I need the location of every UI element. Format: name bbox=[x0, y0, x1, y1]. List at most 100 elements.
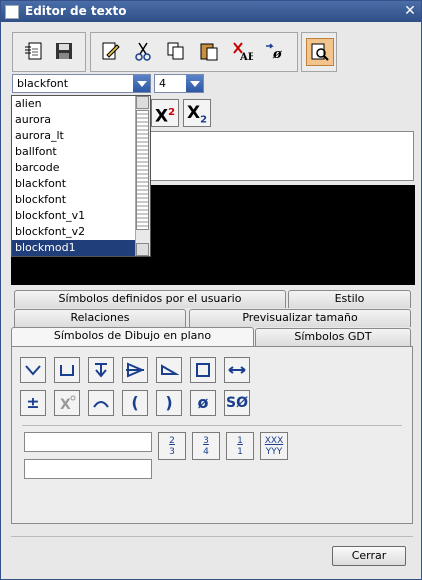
title-bar: Editor de texto ✕ bbox=[1, 1, 421, 22]
diameter-button[interactable]: ø bbox=[190, 390, 216, 416]
paste-button[interactable] bbox=[196, 38, 222, 64]
cut-icon bbox=[135, 42, 151, 61]
list-item[interactable]: barcode bbox=[12, 160, 136, 176]
font-dropdown-list[interactable]: alien aurora aurora_lt ballfont barcode … bbox=[11, 95, 151, 257]
copy-button[interactable] bbox=[163, 38, 189, 64]
font-select-value: blackfont bbox=[17, 77, 69, 90]
font-list-items: alien aurora aurora_lt ballfont barcode … bbox=[12, 96, 150, 256]
counterbore-symbol-button[interactable] bbox=[54, 357, 80, 383]
close-window-button[interactable]: ✕ bbox=[402, 3, 418, 19]
clear-icon: ø bbox=[266, 43, 283, 62]
fraction-numerator: 2 bbox=[169, 436, 175, 446]
fraction-numerator: 1 bbox=[237, 436, 243, 446]
countersink-icon bbox=[25, 365, 41, 376]
chevron-down-icon[interactable] bbox=[133, 75, 150, 92]
edit-button[interactable] bbox=[97, 38, 123, 64]
import-text-icon bbox=[25, 42, 42, 60]
window-title: Editor de texto bbox=[25, 4, 127, 18]
size-select-value: 4 bbox=[159, 77, 166, 90]
import-text-button[interactable] bbox=[21, 38, 47, 64]
scroll-thumb[interactable] bbox=[136, 110, 149, 230]
spherical-diameter-button[interactable]: SØ bbox=[224, 390, 250, 416]
symbols-panel: ± X ( ) ø SØ 2 3 3 4 1 1 XXX YYY bbox=[11, 346, 413, 524]
x-degree-icon: X bbox=[60, 395, 76, 413]
arc-icon bbox=[93, 401, 109, 408]
size-select[interactable]: 4 bbox=[154, 74, 204, 93]
scroll-up-arrow-icon[interactable] bbox=[136, 96, 149, 109]
list-item[interactable]: blockfont_v2 bbox=[12, 224, 136, 240]
double-arrow-icon bbox=[228, 366, 246, 374]
list-item[interactable]: blockfont bbox=[12, 192, 136, 208]
open-paren-button[interactable]: ( bbox=[122, 390, 148, 416]
fraction-bottom-input[interactable] bbox=[24, 459, 152, 479]
list-item[interactable]: ballfont bbox=[12, 144, 136, 160]
scroll-down-arrow-icon[interactable] bbox=[136, 243, 149, 256]
list-item[interactable]: aurora_lt bbox=[12, 128, 136, 144]
separator bbox=[11, 536, 413, 537]
fraction-3-4-button[interactable]: 3 4 bbox=[192, 432, 220, 460]
clear-button[interactable]: ø bbox=[262, 38, 288, 64]
delete-text-button[interactable]: AB bbox=[229, 38, 256, 64]
degree-symbol-button: X bbox=[54, 390, 80, 416]
fraction-2-3-button[interactable]: 2 3 bbox=[158, 432, 186, 460]
depth-symbol-button[interactable] bbox=[88, 357, 114, 383]
window-icon bbox=[5, 5, 19, 19]
list-item[interactable]: alien bbox=[12, 96, 136, 112]
tab-gdt-symbols[interactable]: Símbolos GDT bbox=[255, 328, 411, 346]
counterbore-icon bbox=[60, 365, 74, 376]
tab-style[interactable]: Estilo bbox=[288, 290, 411, 308]
svg-text:ø: ø bbox=[272, 47, 283, 62]
plus-minus-button[interactable]: ± bbox=[20, 390, 46, 416]
fraction-denominator: 1 bbox=[237, 447, 243, 457]
list-scrollbar[interactable] bbox=[135, 96, 150, 256]
slope-symbol-button[interactable] bbox=[156, 357, 182, 383]
delete-text-icon: AB bbox=[233, 42, 256, 63]
edit-icon bbox=[102, 42, 120, 60]
tab-preview-size[interactable]: Previsualizar tamaño bbox=[189, 309, 411, 327]
text-input-area[interactable] bbox=[149, 131, 414, 181]
save-button[interactable] bbox=[51, 38, 77, 64]
svg-text:AB: AB bbox=[239, 52, 253, 62]
conical-taper-symbol-button[interactable] bbox=[122, 357, 148, 383]
close-paren-button[interactable]: ) bbox=[156, 390, 182, 416]
preview-button[interactable] bbox=[306, 38, 334, 66]
tab-user-symbols[interactable]: Símbolos definidos por el usuario bbox=[14, 290, 286, 308]
subscript-mark: 2 bbox=[200, 114, 208, 126]
list-item[interactable]: blackfont bbox=[12, 176, 136, 192]
list-item[interactable]: blockfont_v1 bbox=[12, 208, 136, 224]
close-button[interactable]: Cerrar bbox=[332, 546, 406, 566]
preview-toolbar bbox=[301, 32, 337, 72]
subscript-label: X bbox=[186, 103, 201, 123]
tab-relations[interactable]: Relaciones bbox=[14, 309, 186, 327]
copy-icon bbox=[167, 42, 184, 60]
list-item-selected[interactable]: blockmod1 bbox=[12, 240, 136, 256]
edit-toolbar: AB ø bbox=[90, 32, 298, 72]
superscript-button[interactable]: X2 bbox=[151, 99, 179, 127]
fraction-xxx-yyy-button[interactable]: XXX YYY bbox=[260, 432, 288, 460]
fraction-denominator: 4 bbox=[203, 447, 209, 457]
text-editor-window: Editor de texto ✕ AB ø blackfont 4 X2 X2… bbox=[0, 0, 422, 580]
font-select[interactable]: blackfont bbox=[12, 74, 151, 93]
svg-text:X: X bbox=[60, 397, 71, 413]
superscript-label: X bbox=[154, 106, 169, 127]
arc-symbol-button[interactable] bbox=[88, 390, 114, 416]
conical-taper-icon bbox=[126, 362, 145, 378]
cut-button[interactable] bbox=[130, 38, 156, 64]
dimension-arrow-symbol-button[interactable] bbox=[224, 357, 250, 383]
magnifier-icon bbox=[311, 43, 329, 61]
tab-drawing-symbols[interactable]: Símbolos de Dibujo en plano bbox=[11, 327, 254, 347]
fraction-1-1-button[interactable]: 1 1 bbox=[226, 432, 254, 460]
fraction-top-input[interactable] bbox=[24, 432, 152, 452]
separator bbox=[22, 425, 402, 426]
fraction-numerator: 3 bbox=[203, 436, 209, 446]
countersink-symbol-button[interactable] bbox=[20, 357, 46, 383]
subscript-button[interactable]: X2 bbox=[183, 99, 211, 127]
depth-icon bbox=[95, 363, 107, 378]
fraction-numerator: XXX bbox=[264, 436, 284, 446]
slope-icon bbox=[161, 364, 180, 375]
square-symbol-button[interactable] bbox=[190, 357, 216, 383]
chevron-down-icon[interactable] bbox=[186, 75, 203, 92]
square-icon bbox=[196, 363, 210, 377]
list-item[interactable]: aurora bbox=[12, 112, 136, 128]
superscript-mark: 2 bbox=[168, 107, 176, 118]
